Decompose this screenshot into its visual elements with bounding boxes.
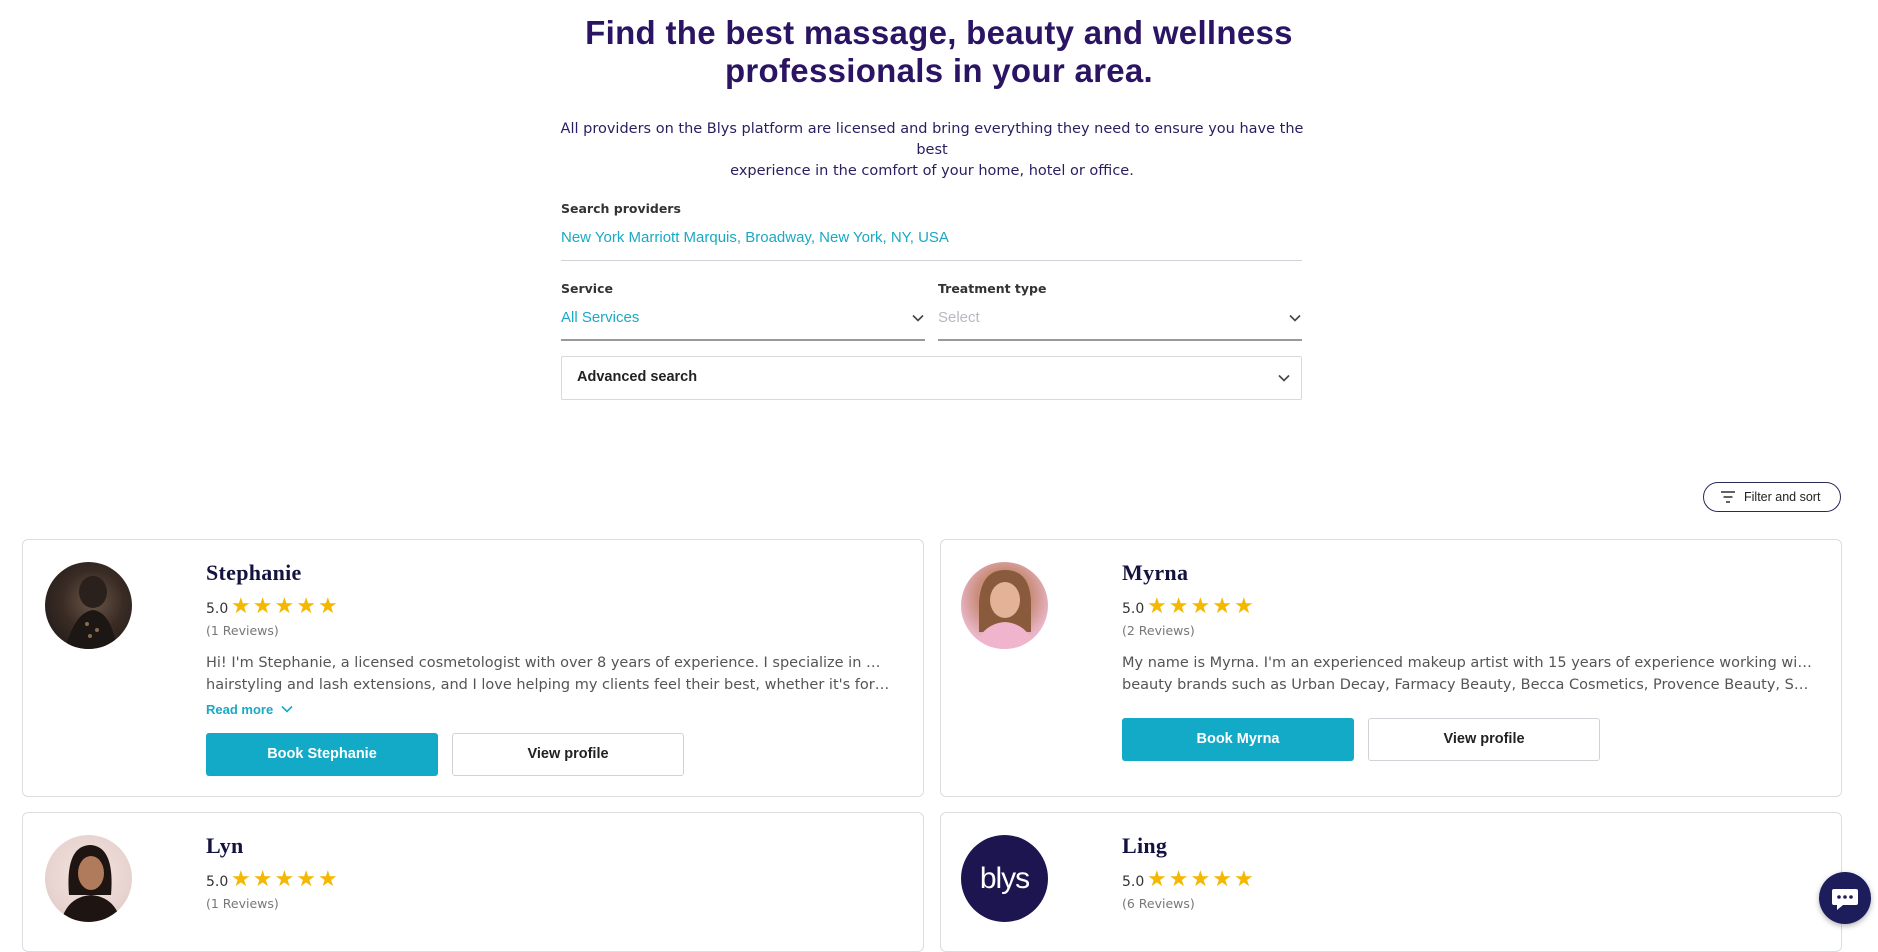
chat-button[interactable]	[1819, 872, 1871, 924]
provider-card: Myrna 5.0 ★★★★★ (2 Reviews) My name is M…	[940, 539, 1842, 797]
chevron-down-icon[interactable]	[910, 310, 926, 326]
avatar-photo	[65, 576, 117, 649]
filter-icon	[1721, 491, 1735, 503]
star-icon: ★	[296, 867, 318, 892]
provider-rating: 5.0	[206, 601, 229, 617]
treatment-type-label: Treatment type	[938, 281, 1047, 296]
star-icon: ★	[1212, 867, 1234, 892]
star-rating: ★★★★★	[231, 869, 340, 891]
description-line-1: My name is Myrna. I'm an experienced mak…	[1122, 655, 1817, 671]
search-providers-input[interactable]: New York Marriott Marquis, Broadway, New…	[561, 229, 949, 246]
page-title: Find the best massage, beauty and wellne…	[0, 14, 1878, 90]
star-rating: ★★★★★	[1147, 869, 1256, 891]
provider-name[interactable]: Lyn	[206, 833, 244, 859]
provider-name[interactable]: Ling	[1122, 833, 1167, 859]
description-line-1: Hi! I'm Stephanie, a licensed cosmetolog…	[206, 655, 891, 671]
search-input-underline	[561, 260, 1302, 261]
star-icon: ★	[1233, 867, 1256, 892]
page-subtitle: All providers on the Blys platform are l…	[560, 119, 1304, 182]
star-icon: ★	[296, 594, 318, 619]
provider-rating: 5.0	[206, 874, 229, 890]
treatment-type-select[interactable]: Select	[938, 309, 980, 326]
provider-name[interactable]: Myrna	[1122, 560, 1188, 586]
provider-rating: 5.0	[1122, 874, 1145, 890]
star-icon: ★	[1168, 594, 1191, 619]
provider-card: Lyn 5.0 ★★★★★ (1 Reviews)	[22, 812, 924, 952]
star-rating: ★★★★★	[231, 596, 340, 618]
provider-description: Hi! I'm Stephanie, a licensed cosmetolog…	[206, 652, 891, 696]
chat-icon	[1832, 889, 1858, 910]
read-more-label: Read more	[206, 702, 274, 717]
review-count: (2 Reviews)	[1122, 623, 1195, 638]
filter-and-sort-button[interactable]: Filter and sort	[1703, 482, 1841, 512]
star-icon: ★	[231, 867, 253, 892]
page-subtitle-line-1: All providers on the Blys platform are l…	[560, 121, 1304, 158]
provider-description: My name is Myrna. I'm an experienced mak…	[1122, 652, 1817, 696]
avatar-photo	[61, 845, 121, 922]
treatment-type-underline	[938, 339, 1302, 341]
review-count: (1 Reviews)	[206, 623, 279, 638]
star-icon: ★	[1147, 867, 1169, 892]
star-icon: ★	[252, 594, 275, 619]
chevron-down-icon[interactable]	[1287, 310, 1303, 326]
page-title-line-2: professionals in your area.	[724, 52, 1154, 89]
service-select[interactable]: All Services	[561, 309, 639, 326]
filter-and-sort-label: Filter and sort	[1744, 490, 1821, 504]
star-icon: ★	[274, 594, 297, 619]
advanced-search-toggle[interactable]: Advanced search	[561, 356, 1302, 400]
provider-card: Stephanie 5.0 ★★★★★ (1 Reviews) Hi! I'm …	[22, 539, 924, 797]
review-count: (1 Reviews)	[206, 896, 279, 911]
service-underline	[561, 339, 925, 341]
star-icon: ★	[317, 867, 340, 892]
view-profile-button[interactable]: View profile	[1368, 718, 1600, 761]
read-more-link[interactable]: Read more	[206, 702, 294, 717]
view-profile-button[interactable]: View profile	[452, 733, 684, 776]
page-title-line-1: Find the best massage, beauty and wellne…	[585, 14, 1293, 51]
description-line-2: beauty brands such as Urban Decay, Farma…	[1122, 677, 1817, 693]
star-rating: ★★★★★	[1147, 596, 1256, 618]
avatar-photo	[975, 570, 1035, 649]
description-line-2: hairstyling and lash extensions, and I l…	[206, 677, 891, 693]
avatar[interactable]	[961, 562, 1048, 649]
avatar[interactable]: blys	[961, 835, 1048, 922]
star-icon: ★	[1168, 867, 1191, 892]
advanced-search-label: Advanced search	[577, 369, 698, 385]
chevron-down-icon	[281, 705, 293, 713]
star-icon: ★	[1190, 867, 1213, 892]
star-icon: ★	[274, 867, 297, 892]
blys-logo: blys	[979, 861, 1030, 895]
star-icon: ★	[231, 594, 253, 619]
service-label: Service	[561, 281, 613, 296]
provider-rating: 5.0	[1122, 601, 1145, 617]
provider-name[interactable]: Stephanie	[206, 560, 302, 586]
star-icon: ★	[1190, 594, 1213, 619]
star-icon: ★	[317, 594, 340, 619]
chevron-down-icon	[1278, 374, 1290, 382]
search-providers-label: Search providers	[561, 201, 681, 216]
page-subtitle-line-2: experience in the comfort of your home, …	[730, 163, 1134, 179]
avatar[interactable]	[45, 835, 132, 922]
avatar[interactable]	[45, 562, 132, 649]
star-icon: ★	[1147, 594, 1169, 619]
provider-card: blys Ling 5.0 ★★★★★ (6 Reviews)	[940, 812, 1842, 952]
book-provider-button[interactable]: Book Myrna	[1122, 718, 1354, 761]
star-icon: ★	[252, 867, 275, 892]
book-provider-button[interactable]: Book Stephanie	[206, 733, 438, 776]
star-icon: ★	[1233, 594, 1256, 619]
star-icon: ★	[1212, 594, 1234, 619]
review-count: (6 Reviews)	[1122, 896, 1195, 911]
